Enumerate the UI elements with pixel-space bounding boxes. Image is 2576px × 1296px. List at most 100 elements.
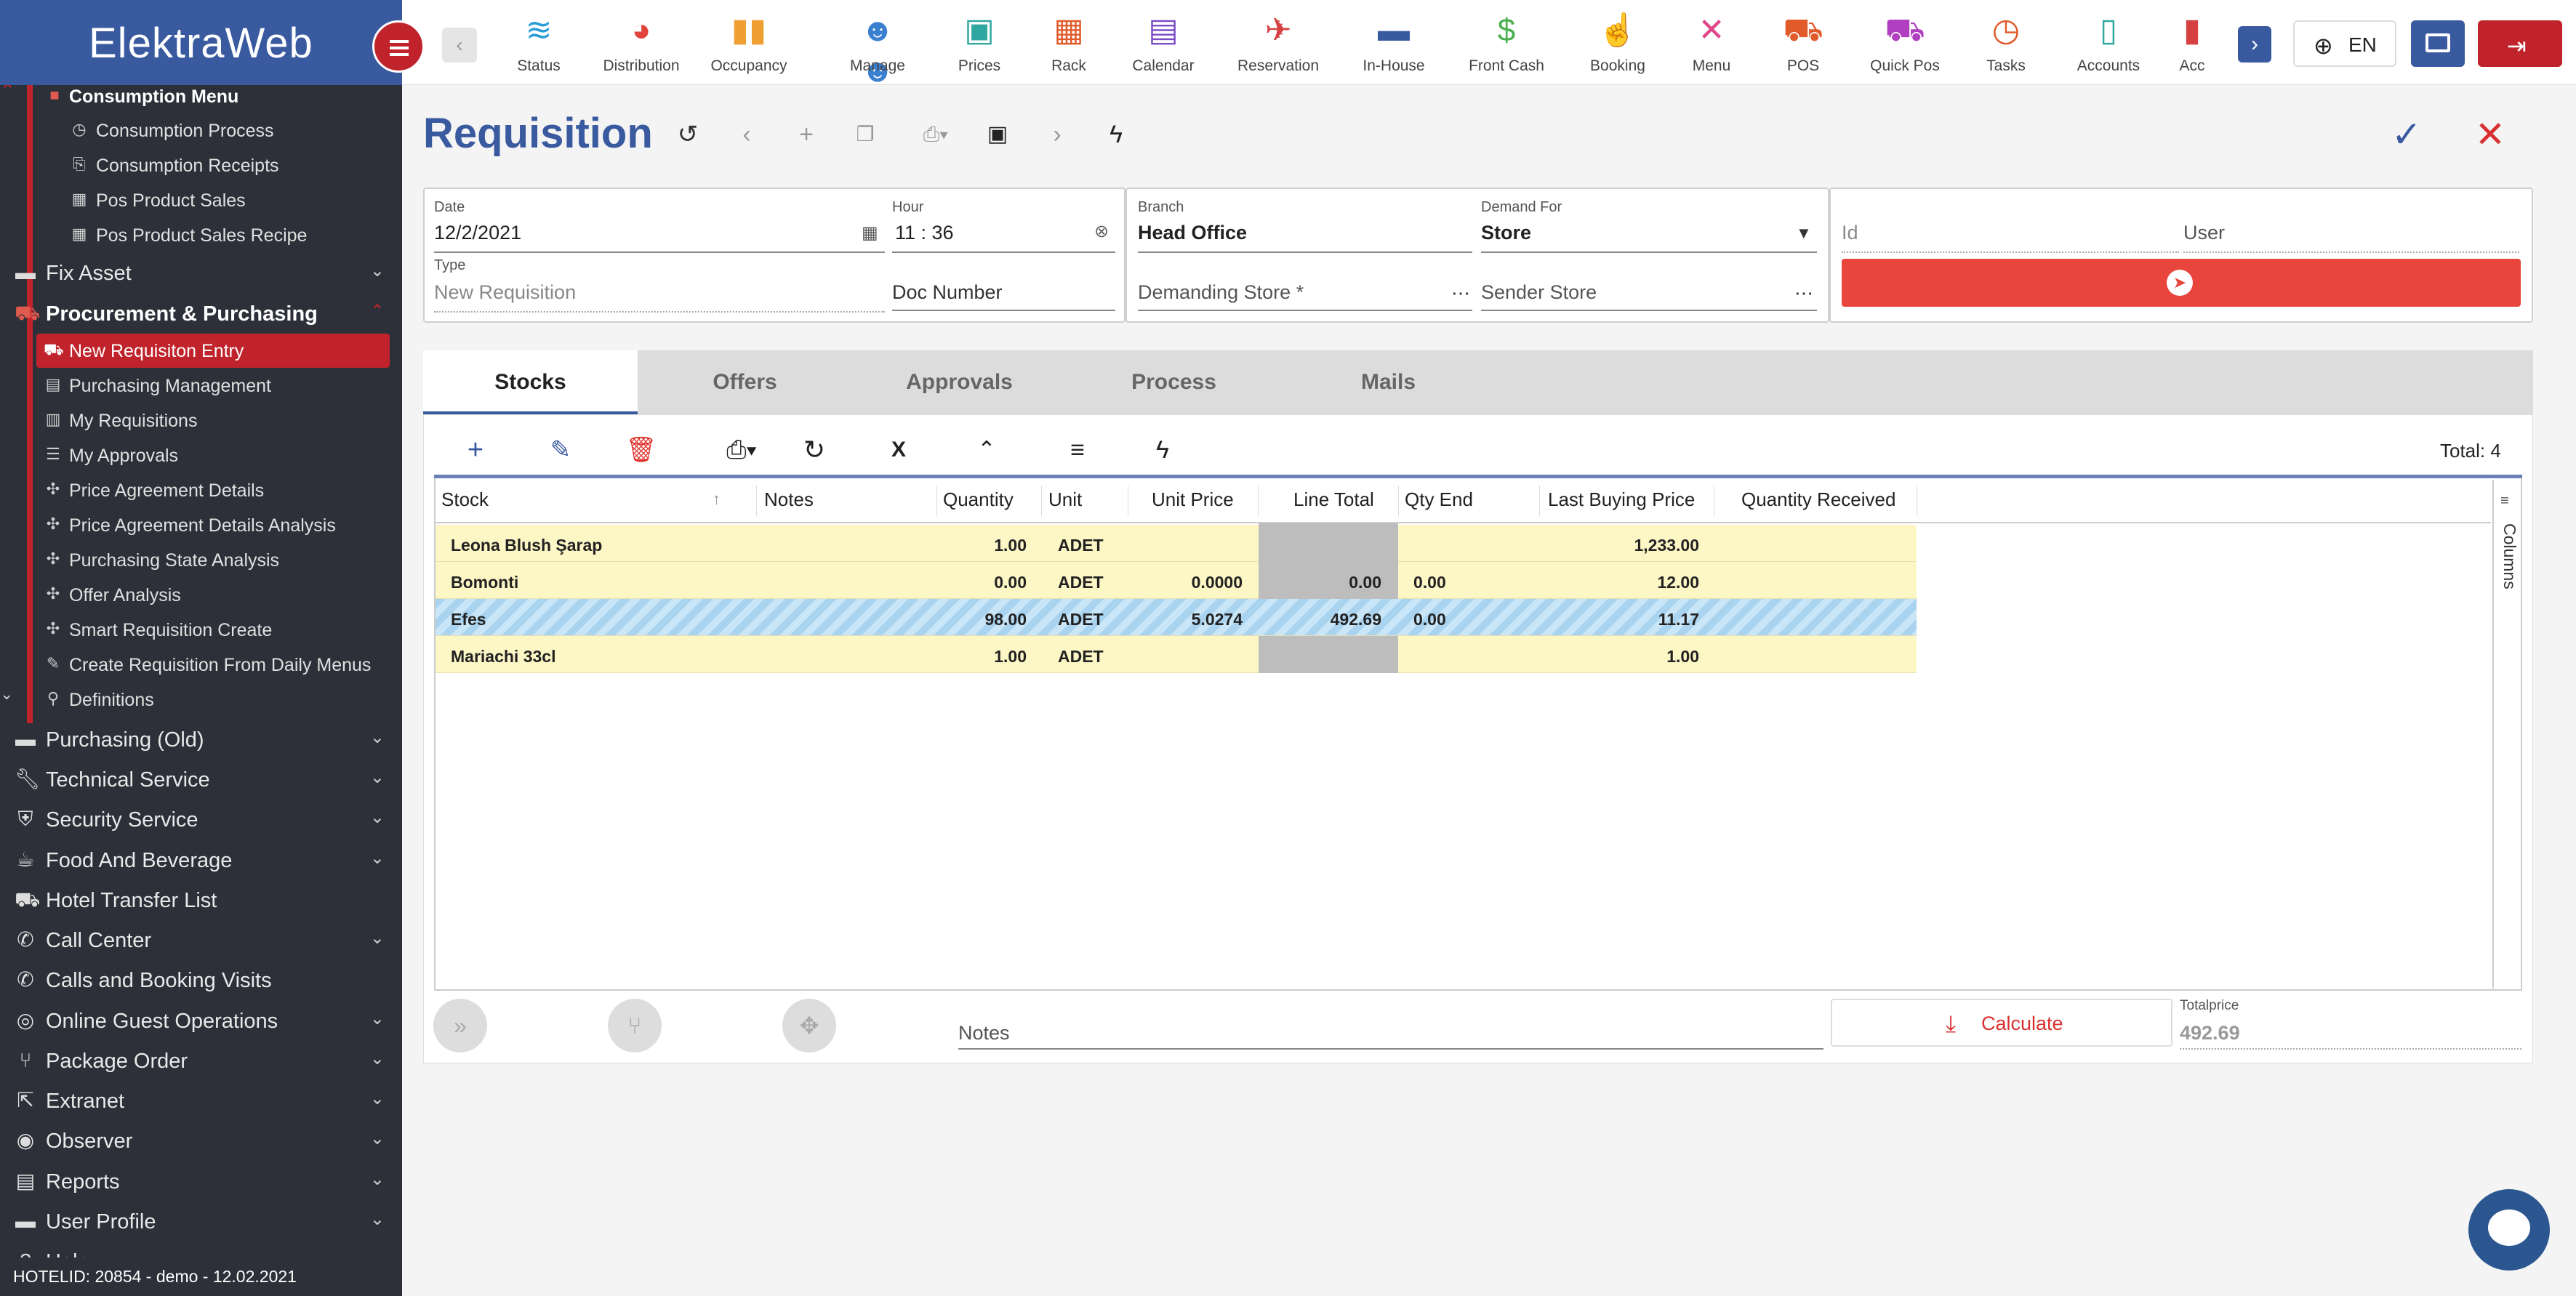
nav-item-rack[interactable]: ▦ Rack [1018, 0, 1120, 85]
lightning-icon[interactable]: ϟ [1102, 120, 1131, 149]
sidebar-item-smart-requisition[interactable]: ✣ Smart Requisition Create [0, 613, 402, 647]
sidebar-item-purchasing-state-analysis[interactable]: ✣ Purchasing State Analysis [0, 544, 402, 577]
hour-value[interactable]: 11 : 36 [895, 222, 954, 244]
nav-item-tasks[interactable]: ◷ Tasks [1955, 0, 2057, 85]
sidebar-item-consumption-process[interactable]: ◷ Consumption Process [0, 114, 402, 148]
close-icon[interactable]: ✕ [2472, 116, 2508, 153]
previous-icon[interactable]: ‹ [732, 120, 761, 149]
sidebar-extranet[interactable]: ⇱ Extranet ⌄ [0, 1084, 402, 1119]
nav-item-calendar[interactable]: ▤ Calendar [1112, 0, 1214, 85]
sidebar-purchasing-old[interactable]: ▬ Purchasing (Old) ⌄ [0, 723, 402, 757]
demand-for-select[interactable]: Store [1481, 222, 1531, 244]
nav-item-front-cash[interactable]: $ Front Cash [1456, 0, 1557, 85]
sidebar-item-pos-product-sales-recipe[interactable]: ▦ Pos Product Sales Recipe [0, 219, 402, 252]
nav-item-pos[interactable]: ⛟ POS [1752, 0, 1854, 85]
sidebar-package-order[interactable]: ⑂ Package Order ⌄ [0, 1044, 402, 1079]
sidebar-reports[interactable]: ▤ Reports ⌄ [0, 1164, 402, 1199]
nav-item-status[interactable]: ≋ Status [488, 0, 590, 85]
move-icon[interactable]: ✥ [782, 999, 836, 1053]
edit-icon[interactable]: ✎ [545, 434, 577, 466]
nav-item-reservation[interactable]: ✈ Reservation [1227, 0, 1329, 85]
tab-process[interactable]: Process [1067, 350, 1281, 414]
refresh-icon[interactable]: ↻ [798, 434, 830, 466]
sort-asc-icon[interactable]: ↑ [713, 490, 721, 509]
doc-number-field[interactable]: Doc Number [892, 281, 1003, 304]
add-row-icon[interactable]: + [460, 434, 491, 466]
merge-icon[interactable]: ⑂ [608, 999, 662, 1053]
print-dropdown-icon[interactable]: ⎙▾ [910, 120, 961, 149]
calendar-icon[interactable]: ▦ [862, 222, 878, 243]
logout-button[interactable]: ⇥ [2478, 20, 2562, 67]
type-value[interactable]: New Requisition [434, 281, 576, 304]
sidebar-item-consumption-receipts[interactable]: ⎘ Consumption Receipts [0, 149, 402, 182]
sidebar-procurement[interactable]: ⛟ Procurement & Purchasing ⌃ [0, 297, 402, 331]
dropdown-arrow-icon[interactable]: ▼ [1796, 224, 1812, 243]
sidebar-item-pos-product-sales[interactable]: ▦ Pos Product Sales [0, 184, 402, 217]
col-header-line-total[interactable]: Line Total [1293, 488, 1374, 511]
nav-item-prices[interactable]: ▣ Prices [928, 0, 1030, 85]
sidebar-item-requisition-from-daily-menus[interactable]: ✎ Create Requisition From Daily Menus [0, 648, 402, 682]
nav-item-quick-pos[interactable]: ⛟ Quick Pos [1854, 0, 1956, 85]
col-header-unit-price[interactable]: Unit Price [1152, 488, 1234, 511]
more-icon[interactable]: ⋯ [1451, 282, 1470, 305]
chat-button[interactable] [2468, 1189, 2550, 1271]
next-icon[interactable]: › [1043, 120, 1072, 149]
sidebar-food-and-beverage[interactable]: ☕︎ Food And Beverage ⌄ [0, 843, 402, 878]
user-field[interactable]: User [2183, 222, 2225, 244]
nav-item-acc[interactable]: ▮ Acc [2148, 0, 2236, 85]
nav-item-booking[interactable]: ☝ Booking [1567, 0, 1669, 85]
send-button[interactable]: ➤ [1842, 259, 2521, 307]
sidebar-item-my-approvals[interactable]: ☰ My Approvals [0, 439, 402, 472]
menu-lines-icon[interactable]: ≡ [1062, 434, 1094, 466]
col-header-quantity-received[interactable]: Quantity Received [1741, 488, 1895, 511]
save-icon[interactable]: ▣ [983, 120, 1012, 149]
nav-item-occupancy[interactable]: ▮▮ Occupancy [698, 0, 800, 85]
nav-item-accounts[interactable]: ▯ Accounts [2058, 0, 2159, 85]
more-icon[interactable]: ⋯ [1794, 282, 1813, 305]
sidebar-item-purchasing-management[interactable]: ▤ Purchasing Management [0, 369, 402, 403]
tab-mails[interactable]: Mails [1281, 350, 1496, 414]
nav-item-distribution[interactable]: ◕ Distribution [590, 0, 692, 85]
history-icon[interactable]: ↺ [673, 120, 702, 149]
tab-stocks[interactable]: Stocks [423, 350, 638, 414]
sidebar-calls-and-booking-visits[interactable]: ✆ Calls and Booking Visits [0, 963, 402, 998]
language-selector[interactable]: ⊕ EN [2293, 20, 2396, 67]
columns-side-panel[interactable]: Columns ≡ [2492, 480, 2520, 989]
sidebar-item-price-agreement-analysis[interactable]: ✣ Price Agreement Details Analysis [0, 509, 402, 542]
cash-register-button[interactable] [2411, 20, 2465, 67]
sidebar-fix-asset[interactable]: ▬ Fix Asset ⌄ [0, 256, 402, 291]
nav-scroll-right-button[interactable]: › [2238, 26, 2271, 63]
sidebar-observer[interactable]: ◉ Observer ⌄ [0, 1124, 402, 1159]
nav-item-in-house[interactable]: ▬ In-House [1343, 0, 1445, 85]
excel-icon[interactable]: X [883, 434, 915, 466]
branch-value[interactable]: Head Office [1138, 222, 1247, 244]
sidebar-user-profile[interactable]: ▬ User Profile ⌄ [0, 1204, 402, 1239]
copy-icon[interactable]: ❐ [851, 120, 880, 149]
sidebar-item-definitions[interactable]: ⚲ Definitions ⌄ [0, 683, 402, 717]
sidebar-security-service[interactable]: ⛨ Security Service ⌄ [0, 802, 402, 837]
sidebar-item-my-requisitions[interactable]: ▥ My Requisitions [0, 404, 402, 438]
notes-field[interactable]: Notes [958, 1022, 1010, 1045]
col-header-stock[interactable]: Stock [441, 488, 489, 511]
chevron-up-icon[interactable]: ⌃ [971, 434, 1003, 466]
sidebar-item-offer-analysis[interactable]: ✣ Offer Analysis [0, 579, 402, 612]
col-header-unit[interactable]: Unit [1048, 488, 1082, 511]
sidebar-online-guest-operations[interactable]: ◎ Online Guest Operations ⌄ [0, 1004, 402, 1039]
date-value[interactable]: 12/2/2021 [434, 222, 521, 244]
sidebar-item-price-agreement-details[interactable]: ✣ Price Agreement Details [0, 474, 402, 507]
tab-offers[interactable]: Offers [638, 350, 852, 414]
confirm-check-icon[interactable]: ✓ [2388, 116, 2425, 153]
print-dropdown-icon[interactable]: ⎙▾ [716, 434, 767, 466]
sidebar-item-new-requisition[interactable]: ⛟ New Requisiton Entry [0, 334, 402, 368]
sidebar-hotel-transfer-list[interactable]: ⛟ Hotel Transfer List [0, 883, 402, 918]
col-header-qty-end[interactable]: Qty End [1405, 488, 1473, 511]
id-field[interactable]: Id [1842, 222, 1858, 244]
calculate-button[interactable]: ⤓ Calculate [1831, 999, 2172, 1047]
col-header-last-buying-price[interactable]: Last Buying Price [1548, 488, 1695, 511]
nav-item-manage[interactable]: ☻☻ Manage [827, 0, 928, 89]
add-icon[interactable]: + [792, 120, 821, 149]
col-header-notes[interactable]: Notes [764, 488, 814, 511]
col-header-quantity[interactable]: Quantity [943, 488, 1014, 511]
tab-approvals[interactable]: Approvals [852, 350, 1067, 414]
sender-store-field[interactable]: Sender Store [1481, 281, 1597, 304]
